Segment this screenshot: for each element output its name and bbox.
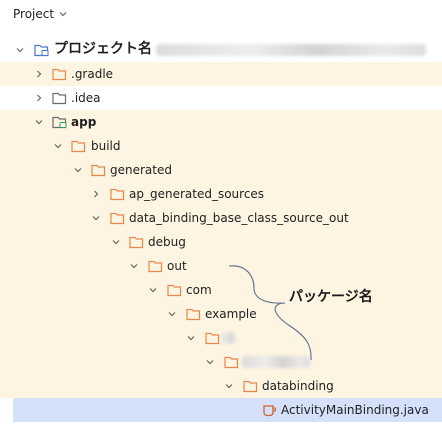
- package-brace-annotation: [228, 265, 312, 361]
- package-name-annotation: パッケージ名: [289, 289, 373, 305]
